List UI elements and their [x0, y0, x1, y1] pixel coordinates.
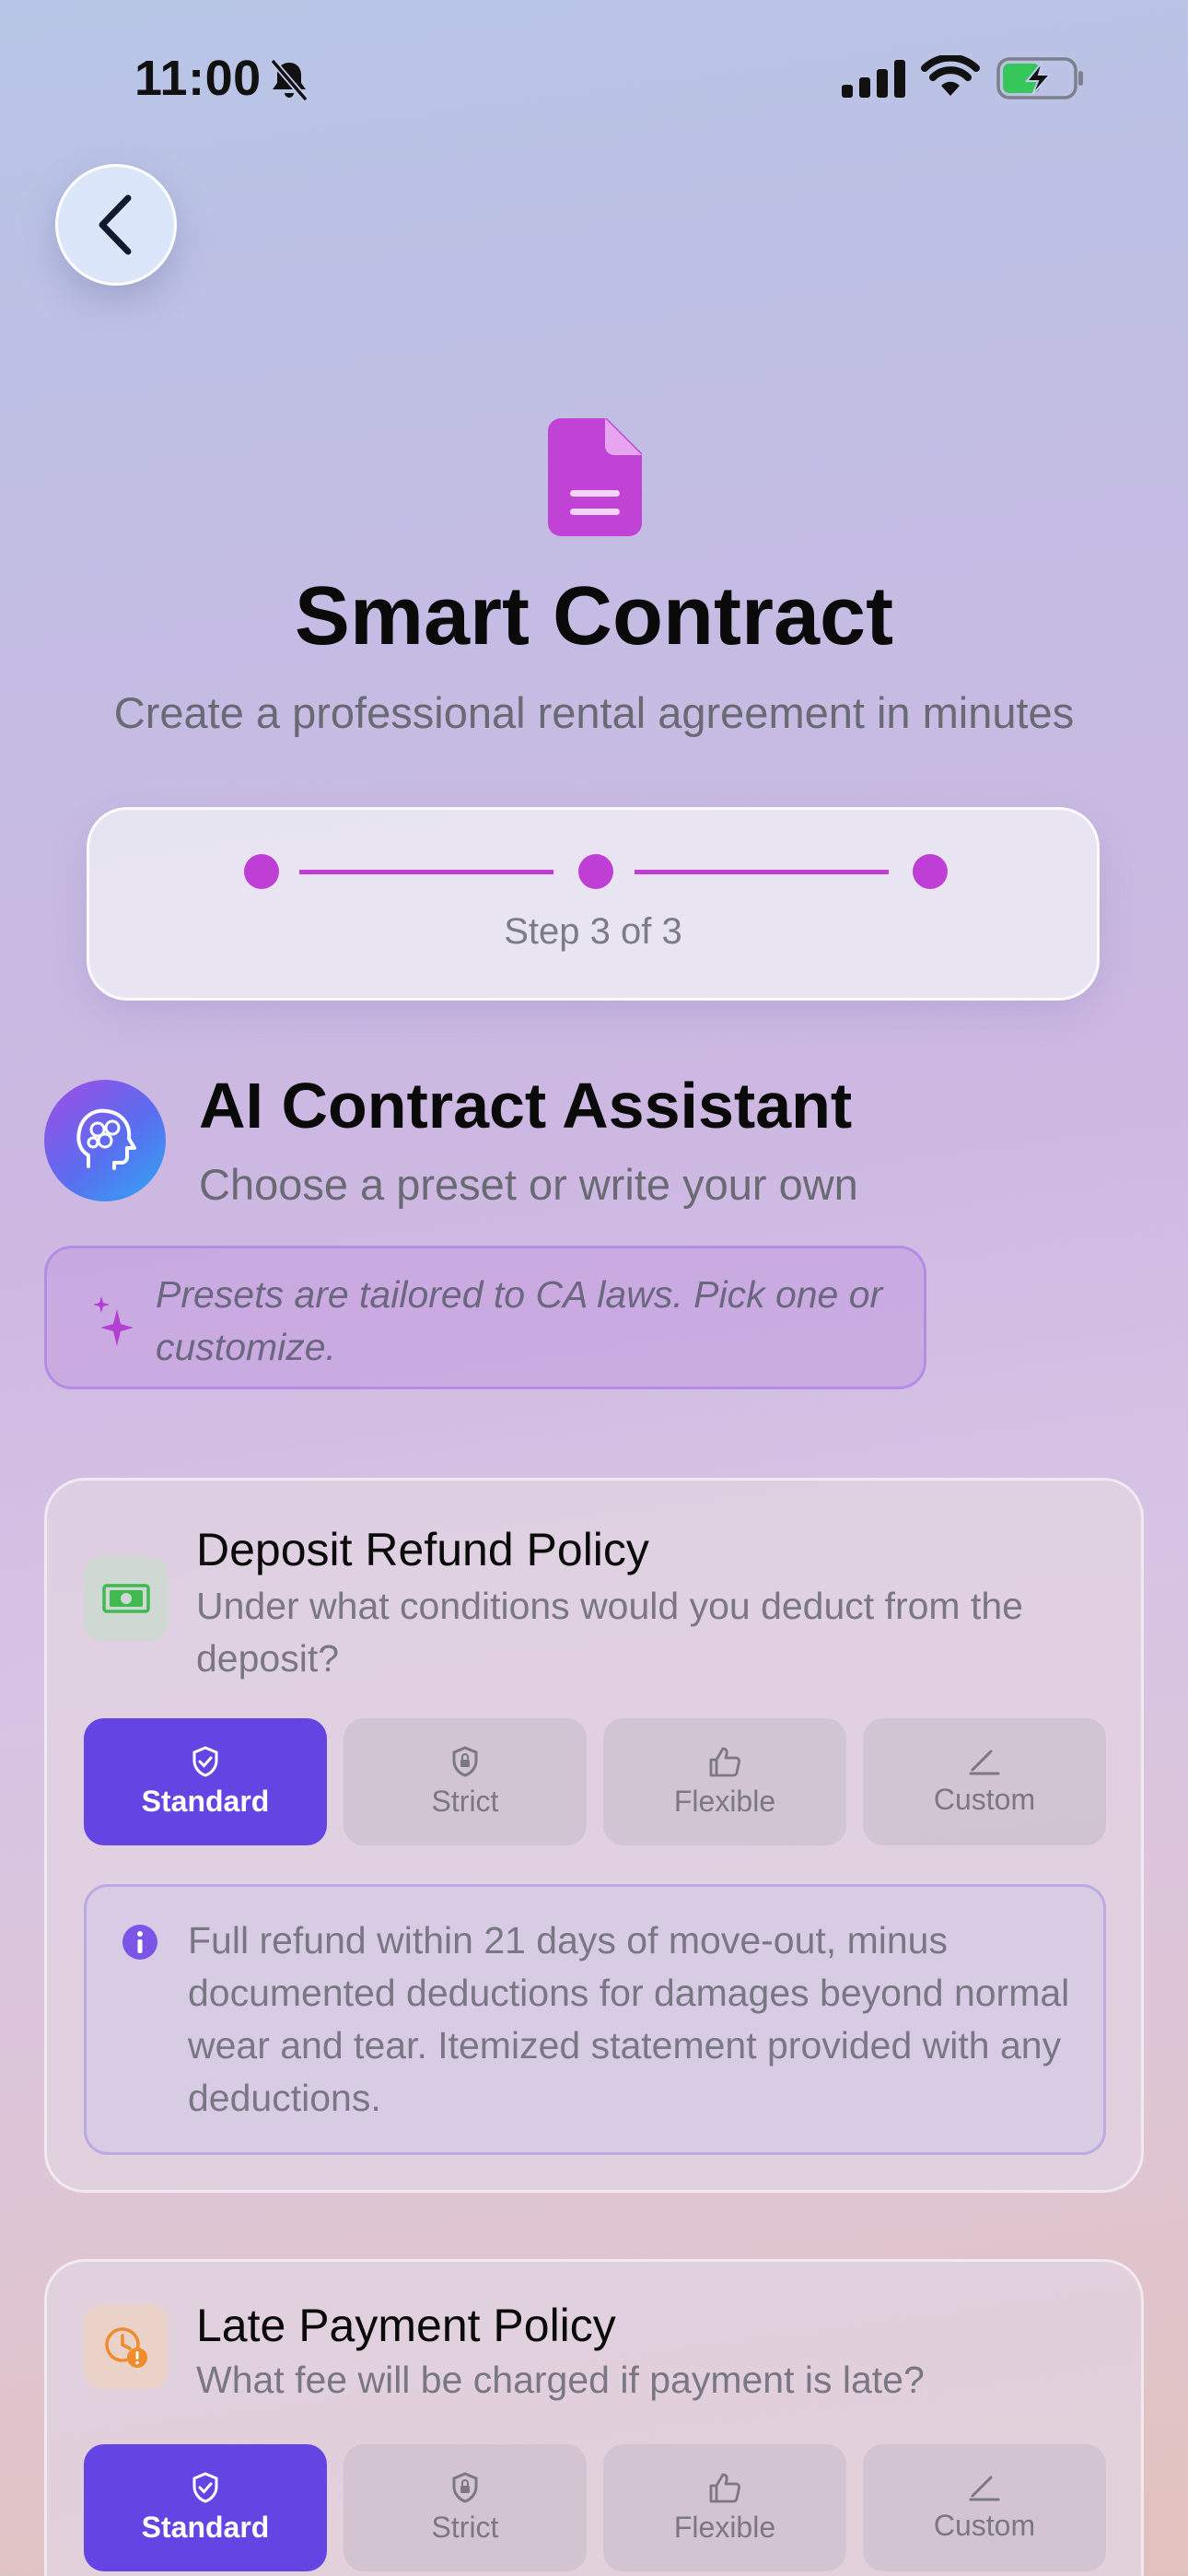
option-custom[interactable]: Custom	[863, 1718, 1106, 1845]
late-payment-title: Late Payment Policy	[196, 2300, 616, 2351]
chevron-left-icon	[99, 194, 132, 255]
preset-hint-box: Presets are tailored to CA laws. Pick on…	[44, 1246, 926, 1389]
shield-lock-icon	[452, 2471, 478, 2503]
step-dot-2	[578, 854, 613, 889]
sparkles-icon	[93, 1296, 134, 1346]
clock-alert-icon	[84, 2304, 169, 2389]
policy-description-box: Full refund within 21 days of move-out, …	[84, 1884, 1106, 2155]
ai-brain-avatar	[44, 1080, 166, 1201]
step-dot-1	[244, 854, 279, 889]
option-standard-label: Standard	[141, 2510, 270, 2544]
brain-head-icon	[76, 1108, 136, 1170]
wifi-icon	[921, 55, 980, 96]
assistant-title: AI Contract Assistant	[199, 1070, 853, 1142]
back-button[interactable]	[55, 164, 177, 286]
pencil-icon	[969, 1750, 1000, 1774]
option-strict[interactable]: Strict	[344, 2444, 587, 2571]
option-flexible-label: Flexible	[673, 1784, 776, 1818]
shield-lock-icon	[452, 1745, 478, 1777]
pencil-icon	[969, 2476, 1000, 2500]
money-icon	[84, 1556, 169, 1641]
thumbs-up-icon	[709, 2473, 740, 2502]
page-title: Smart Contract	[294, 570, 894, 662]
step-progress: Step 3 of 3	[87, 807, 1100, 1001]
option-custom[interactable]: Custom	[863, 2444, 1106, 2571]
option-strict[interactable]: Strict	[344, 1718, 587, 1845]
shield-check-icon	[192, 2471, 218, 2503]
late-payment-options: Standard Strict Flexible Custom	[84, 2444, 1106, 2573]
option-custom-label: Custom	[933, 1782, 1036, 1816]
deposit-policy-title: Deposit Refund Policy	[196, 1524, 649, 1575]
shield-check-icon	[192, 1745, 218, 1777]
deposit-policy-question: Under what conditions would you deduct f…	[196, 1585, 1023, 1680]
assistant-subtitle: Choose a preset or write your own	[199, 1160, 858, 1209]
option-strict-label: Strict	[431, 2510, 499, 2544]
thumbs-up-icon	[709, 1747, 740, 1776]
document-icon	[548, 418, 642, 536]
option-flexible[interactable]: Flexible	[603, 1718, 846, 1845]
cellular-signal-icon	[842, 60, 905, 98]
deposit-policy-options: Standard Strict Flexible Custom	[84, 1718, 1106, 1847]
page-subtitle: Create a professional rental agreement i…	[113, 688, 1075, 737]
late-payment-question: What fee will be charged if payment is l…	[196, 2359, 925, 2401]
option-flexible-label: Flexible	[673, 2510, 776, 2544]
step-dot-3	[913, 854, 948, 889]
bell-muted-icon	[270, 59, 309, 101]
status-time: 11:00	[134, 51, 262, 106]
step-connector-2	[635, 870, 889, 874]
battery-charging-icon	[996, 57, 1083, 100]
info-icon	[122, 1925, 157, 1960]
option-custom-label: Custom	[933, 2508, 1036, 2542]
deposit-refund-policy-card: Deposit Refund Policy Under what conditi…	[44, 1478, 1144, 2193]
step-connector-1	[299, 870, 553, 874]
preset-hint-text: Presets are tailored to CA laws. Pick on…	[156, 1273, 883, 1368]
option-standard[interactable]: Standard	[84, 1718, 327, 1845]
option-strict-label: Strict	[431, 1784, 499, 1818]
status-bar: 11:00	[0, 0, 1188, 157]
option-standard[interactable]: Standard	[84, 2444, 327, 2571]
step-label: Step 3 of 3	[504, 911, 682, 952]
late-payment-policy-card: Late Payment Policy What fee will be cha…	[44, 2259, 1144, 2576]
option-standard-label: Standard	[141, 1784, 270, 1818]
option-flexible[interactable]: Flexible	[603, 2444, 846, 2571]
policy-description-text: Full refund within 21 days of move-out, …	[188, 1919, 1070, 2119]
